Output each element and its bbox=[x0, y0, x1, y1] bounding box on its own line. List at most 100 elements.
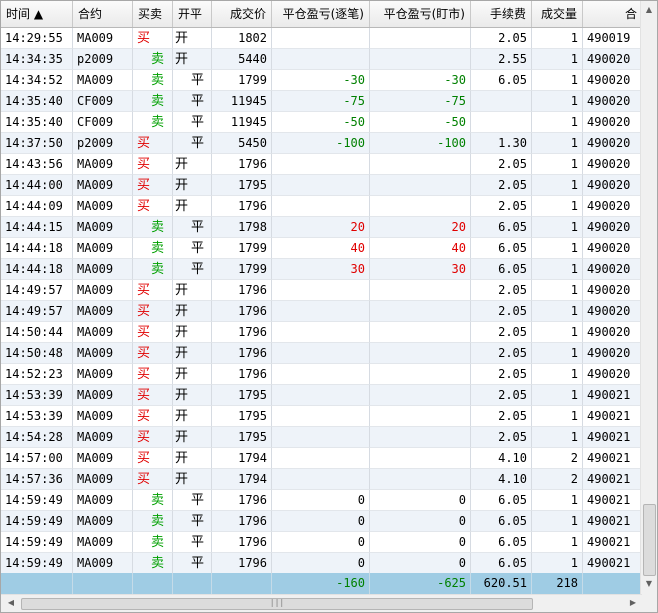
cell-contract: MA009 bbox=[73, 406, 133, 427]
table-row[interactable]: 14:44:15 MA009 卖平 1798 20 20 6.05 1 490020 bbox=[1, 217, 642, 238]
cell-pnl-per-trade: 0 bbox=[272, 532, 370, 553]
cell-pnl-per-trade: -50 bbox=[272, 112, 370, 133]
cell-pnl-per-trade: 20 bbox=[272, 217, 370, 238]
cell-fee: 2.55 bbox=[471, 49, 532, 70]
cell-id: 490021 bbox=[583, 427, 642, 448]
cell-fee: 6.05 bbox=[471, 490, 532, 511]
scroll-left-icon[interactable]: ◀ bbox=[3, 598, 19, 607]
cell-open-close: 开 bbox=[173, 322, 212, 343]
cell-open-close: 开 bbox=[173, 175, 212, 196]
cell-time: 14:44:15 bbox=[1, 217, 73, 238]
col-header-side[interactable]: 买卖 bbox=[133, 1, 173, 27]
table-row[interactable]: 14:44:18 MA009 卖平 1799 30 30 6.05 1 490020 bbox=[1, 259, 642, 280]
cell-pnl-per-trade bbox=[272, 364, 370, 385]
table-row[interactable]: 14:49:57 MA009 买开 1796 2.05 1 490020 bbox=[1, 301, 642, 322]
cell-price: 1796 bbox=[212, 196, 272, 217]
vertical-scroll-thumb[interactable] bbox=[643, 504, 656, 576]
table-row[interactable]: 14:43:56 MA009 买开 1796 2.05 1 490020 bbox=[1, 154, 642, 175]
horizontal-scrollbar[interactable]: ◀ ||| ▶ bbox=[1, 594, 642, 612]
table-row[interactable]: 14:35:40 CF009 卖平 11945 -50 -50 1 490020 bbox=[1, 112, 642, 133]
cell-fee: 2.05 bbox=[471, 322, 532, 343]
cell-open-close: 开 bbox=[173, 385, 212, 406]
table-row[interactable]: 14:50:48 MA009 买开 1796 2.05 1 490020 bbox=[1, 343, 642, 364]
table-row[interactable]: 14:37:50 p2009 买平 5450 -100 -100 1.30 1 490020 bbox=[1, 133, 642, 154]
table-row[interactable]: 14:34:52 MA009 卖平 1799 -30 -30 6.05 1 490020 bbox=[1, 70, 642, 91]
cell-open-close: 开 bbox=[173, 49, 212, 70]
table-row[interactable]: 14:50:44 MA009 买开 1796 2.05 1 490020 bbox=[1, 322, 642, 343]
col-header-pnl-mark-to-market[interactable]: 平仓盈亏(盯市) bbox=[370, 1, 471, 27]
col-header-pnl-per-trade[interactable]: 平仓盈亏(逐笔) bbox=[272, 1, 370, 27]
col-header-contract[interactable]: 合约 bbox=[73, 1, 133, 27]
cell-volume: 1 bbox=[532, 70, 583, 91]
scroll-down-icon[interactable]: ▼ bbox=[641, 579, 657, 588]
cell-pnl-per-trade: 0 bbox=[272, 511, 370, 532]
table-row[interactable]: 14:35:40 CF009 卖平 11945 -75 -75 1 490020 bbox=[1, 91, 642, 112]
cell-fee bbox=[471, 91, 532, 112]
col-header-price[interactable]: 成交价 bbox=[212, 1, 272, 27]
cell-contract: MA009 bbox=[73, 385, 133, 406]
cell-volume: 1 bbox=[532, 364, 583, 385]
table-row[interactable]: 14:59:49 MA009 卖平 1796 0 0 6.05 1 490021 bbox=[1, 490, 642, 511]
horizontal-scroll-thumb[interactable]: ||| bbox=[21, 598, 533, 610]
cell-fee: 6.05 bbox=[471, 238, 532, 259]
table-row[interactable]: 14:57:36 MA009 买开 1794 4.10 2 490021 bbox=[1, 469, 642, 490]
cell-fee: 2.05 bbox=[471, 154, 532, 175]
cell-side: 卖 bbox=[133, 259, 173, 280]
table-row[interactable]: 14:29:55 MA009 买开 1802 2.05 1 490019 bbox=[1, 28, 642, 49]
cell-side: 买 bbox=[133, 196, 173, 217]
cell-time: 14:54:28 bbox=[1, 427, 73, 448]
cell-contract: MA009 bbox=[73, 217, 133, 238]
cell-open-close: 开 bbox=[173, 28, 212, 49]
cell-fee: 6.05 bbox=[471, 553, 532, 574]
cell-volume: 1 bbox=[532, 259, 583, 280]
cell-open-close: 开 bbox=[173, 280, 212, 301]
table-row[interactable]: 14:59:49 MA009 卖平 1796 0 0 6.05 1 490021 bbox=[1, 511, 642, 532]
cell-side: 买 bbox=[133, 322, 173, 343]
col-header-fee[interactable]: 手续费 bbox=[471, 1, 532, 27]
cell-id: 490020 bbox=[583, 364, 642, 385]
cell-volume: 1 bbox=[532, 133, 583, 154]
cell-open-close: 开 bbox=[173, 196, 212, 217]
table-row[interactable]: 14:52:23 MA009 买开 1796 2.05 1 490020 bbox=[1, 364, 642, 385]
table-row[interactable]: 14:53:39 MA009 买开 1795 2.05 1 490021 bbox=[1, 385, 642, 406]
cell-pnl-mark-to-market: 0 bbox=[370, 511, 471, 532]
cell-contract: MA009 bbox=[73, 175, 133, 196]
cell-price: 1799 bbox=[212, 238, 272, 259]
cell-id: 490021 bbox=[583, 406, 642, 427]
cell-contract: MA009 bbox=[73, 322, 133, 343]
table-row[interactable]: 14:54:28 MA009 买开 1795 2.05 1 490021 bbox=[1, 427, 642, 448]
cell-fee: 6.05 bbox=[471, 532, 532, 553]
cell-time: 14:35:40 bbox=[1, 112, 73, 133]
cell-open-close: 开 bbox=[173, 364, 212, 385]
table-row[interactable]: 14:57:00 MA009 买开 1794 4.10 2 490021 bbox=[1, 448, 642, 469]
table-row[interactable]: 14:44:09 MA009 买开 1796 2.05 1 490020 bbox=[1, 196, 642, 217]
cell-price: 1794 bbox=[212, 469, 272, 490]
scroll-right-icon[interactable]: ▶ bbox=[625, 598, 641, 607]
vertical-scrollbar[interactable]: ▲ ▼ bbox=[640, 1, 657, 595]
table-row[interactable]: 14:59:49 MA009 卖平 1796 0 0 6.05 1 490021 bbox=[1, 553, 642, 574]
table-row[interactable]: 14:49:57 MA009 买开 1796 2.05 1 490020 bbox=[1, 280, 642, 301]
table-row[interactable]: 14:34:35 p2009 卖开 5440 2.55 1 490020 bbox=[1, 49, 642, 70]
cell-side: 买 bbox=[133, 343, 173, 364]
totals-row: -160 -625 620.51 218 bbox=[1, 573, 642, 594]
cell-pnl-mark-to-market bbox=[370, 301, 471, 322]
cell-time: 14:50:44 bbox=[1, 322, 73, 343]
scroll-up-icon[interactable]: ▲ bbox=[641, 5, 657, 14]
col-header-volume[interactable]: 成交量 bbox=[532, 1, 583, 27]
col-header-id[interactable]: 合 bbox=[583, 1, 642, 27]
cell-fee: 6.05 bbox=[471, 217, 532, 238]
table-row[interactable]: 14:44:00 MA009 买开 1795 2.05 1 490020 bbox=[1, 175, 642, 196]
totals-cell bbox=[173, 573, 212, 594]
cell-pnl-mark-to-market bbox=[370, 343, 471, 364]
table-row[interactable]: 14:44:18 MA009 卖平 1799 40 40 6.05 1 490020 bbox=[1, 238, 642, 259]
cell-side: 买 bbox=[133, 385, 173, 406]
cell-contract: CF009 bbox=[73, 112, 133, 133]
table-row[interactable]: 14:59:49 MA009 卖平 1796 0 0 6.05 1 490021 bbox=[1, 532, 642, 553]
cell-fee: 6.05 bbox=[471, 259, 532, 280]
cell-pnl-mark-to-market: -75 bbox=[370, 91, 471, 112]
col-header-time[interactable]: 时间 ▲ bbox=[1, 1, 73, 27]
cell-open-close: 开 bbox=[173, 448, 212, 469]
col-header-open-close[interactable]: 开平 bbox=[173, 1, 212, 27]
cell-contract: MA009 bbox=[73, 532, 133, 553]
table-row[interactable]: 14:53:39 MA009 买开 1795 2.05 1 490021 bbox=[1, 406, 642, 427]
